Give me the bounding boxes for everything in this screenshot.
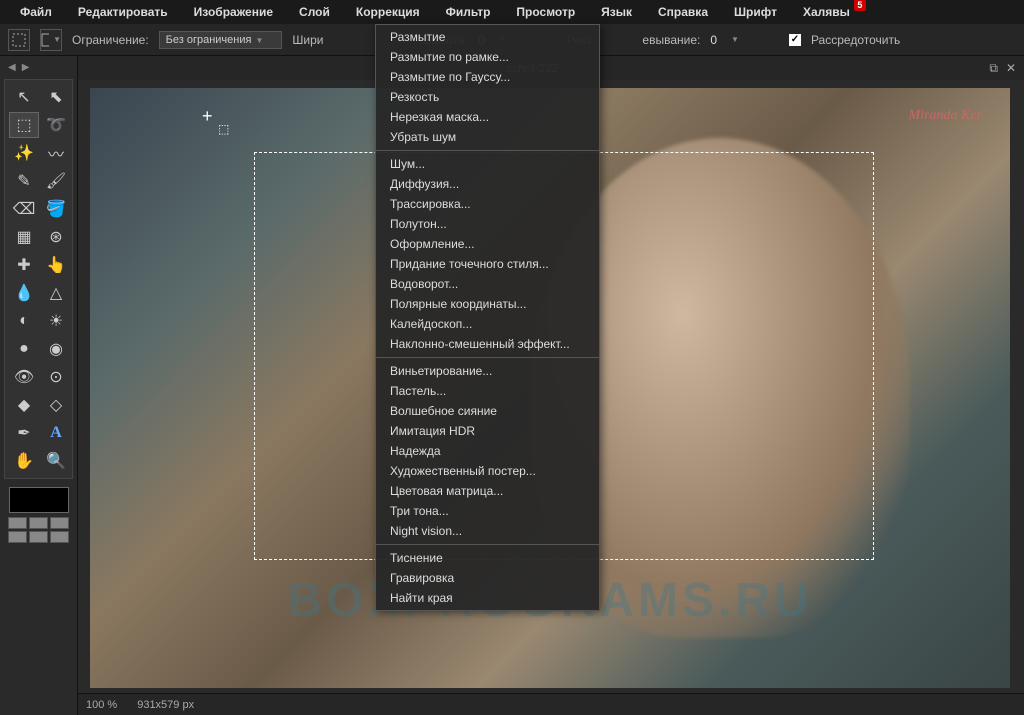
filter-item[interactable]: Диффузия...: [376, 174, 599, 194]
filter-item[interactable]: Наклонно-смешенный эффект...: [376, 334, 599, 354]
filter-dropdown: РазмытиеРазмытие по рамке...Размытие по …: [375, 24, 600, 611]
tool-lasso[interactable]: ➰: [41, 112, 71, 138]
tool-zoom[interactable]: 🔍: [41, 448, 71, 474]
image-signature: Miranda Ker: [909, 108, 983, 124]
tool-pen[interactable]: ✒: [9, 420, 39, 446]
menu-adjust[interactable]: Коррекция: [344, 1, 432, 23]
color-swatch[interactable]: [9, 487, 69, 513]
swatch-cell[interactable]: [50, 531, 69, 543]
toolbox-prev-icon[interactable]: ◀: [8, 62, 16, 73]
toolbox: ◀ ▶ ↖⬉⬚➰✨〰✎🖌⌫🪣▦⊛✚👆💧△◐☀●◉👁⊙◆◇✒A✋🔍: [0, 56, 78, 715]
tool-dodge[interactable]: ☀: [41, 308, 71, 334]
filter-item[interactable]: Оформление...: [376, 234, 599, 254]
status-bar: 100 % 931x579 px: [78, 693, 1024, 715]
filter-item[interactable]: Размытие по рамке...: [376, 47, 599, 67]
filter-item[interactable]: Тиснение: [376, 548, 599, 568]
tool-sharpen[interactable]: △: [41, 280, 71, 306]
marquee-cursor-icon: ⬚: [218, 122, 229, 136]
badge-icon: 5: [854, 0, 866, 11]
menu-file[interactable]: Файл: [8, 1, 64, 23]
filter-item[interactable]: Резкость: [376, 87, 599, 107]
crosshair-icon: +: [202, 106, 213, 127]
swatch-cell[interactable]: [8, 531, 27, 543]
filter-item[interactable]: Найти края: [376, 588, 599, 608]
menu-lang[interactable]: Язык: [589, 1, 644, 23]
close-icon[interactable]: ✕: [1006, 61, 1016, 76]
menu-edit[interactable]: Редактировать: [66, 1, 180, 23]
tool-smudge[interactable]: 👆: [41, 252, 71, 278]
width-label: Шири: [292, 33, 323, 47]
tool-arrow-light[interactable]: ⬉: [41, 84, 71, 110]
tool-sponge[interactable]: ◐: [9, 308, 39, 334]
filter-item[interactable]: Имитация HDR: [376, 421, 599, 441]
filter-item[interactable]: Трассировка...: [376, 194, 599, 214]
marquee-mode-icon[interactable]: [8, 29, 30, 51]
tool-pencil[interactable]: ✎: [9, 168, 39, 194]
tool-pick[interactable]: ⊙: [41, 364, 71, 390]
filter-item[interactable]: Размытие: [376, 27, 599, 47]
swatch-cell[interactable]: [29, 531, 48, 543]
tool-stamp[interactable]: ⊛: [41, 224, 71, 250]
tool-shape2[interactable]: ◇: [41, 392, 71, 418]
tool-wand[interactable]: ✨: [9, 140, 39, 166]
filter-item[interactable]: Полутон...: [376, 214, 599, 234]
filter-item[interactable]: Художественный постер...: [376, 461, 599, 481]
filter-item[interactable]: Убрать шум: [376, 127, 599, 147]
menu-filter[interactable]: Фильтр: [434, 1, 503, 23]
swatch-cell[interactable]: [29, 517, 48, 529]
feather-label: евывание:: [642, 33, 700, 47]
tool-hand[interactable]: ✋: [9, 448, 39, 474]
feather-value[interactable]: 0: [710, 33, 717, 47]
tool-redeye[interactable]: 👁: [9, 364, 39, 390]
selection-mode-icon[interactable]: ▼: [40, 29, 62, 51]
menubar: Файл Редактировать Изображение Слой Корр…: [0, 0, 1024, 24]
filter-item[interactable]: Размытие по Гауссу...: [376, 67, 599, 87]
filter-item[interactable]: Волшебное сияние: [376, 401, 599, 421]
restore-icon[interactable]: ⧉: [989, 61, 998, 76]
tool-burn[interactable]: ●: [9, 336, 39, 362]
filter-item[interactable]: Водоворот...: [376, 274, 599, 294]
filter-item[interactable]: Шум...: [376, 154, 599, 174]
constraint-select[interactable]: Без ограничения▼: [159, 31, 283, 49]
menu-view[interactable]: Просмотр: [504, 1, 587, 23]
menu-layer[interactable]: Слой: [287, 1, 342, 23]
tool-heal[interactable]: ✚: [9, 252, 39, 278]
filter-item[interactable]: Надежда: [376, 441, 599, 461]
tool-eraser[interactable]: ⌫: [9, 196, 39, 222]
tool-text[interactable]: A: [41, 420, 71, 446]
tool-brush[interactable]: 🖌: [41, 168, 71, 194]
tool-brush-sel[interactable]: 〰: [41, 140, 71, 166]
filter-item[interactable]: Три тона...: [376, 501, 599, 521]
tool-gradient[interactable]: ▦: [9, 224, 39, 250]
filter-item[interactable]: Нерезкая маска...: [376, 107, 599, 127]
tool-arrow-dark[interactable]: ↖: [9, 84, 39, 110]
scatter-checkbox[interactable]: ✓: [789, 34, 801, 46]
menu-image[interactable]: Изображение: [182, 1, 285, 23]
menu-font[interactable]: Шрифт: [722, 1, 789, 23]
tool-fill[interactable]: 🪣: [41, 196, 71, 222]
tool-shape[interactable]: ◆: [9, 392, 39, 418]
filter-item[interactable]: Цветовая матрица...: [376, 481, 599, 501]
tool-marquee[interactable]: ⬚: [9, 112, 39, 138]
filter-item[interactable]: Придание точечного стиля...: [376, 254, 599, 274]
filter-item[interactable]: Night vision...: [376, 521, 599, 541]
filter-item[interactable]: Полярные координаты...: [376, 294, 599, 314]
menu-help[interactable]: Справка: [646, 1, 720, 23]
filter-item[interactable]: Гравировка: [376, 568, 599, 588]
canvas-dimensions: 931x579 px: [137, 699, 194, 711]
filter-item[interactable]: Пастель...: [376, 381, 599, 401]
constraint-label: Ограничение:: [72, 33, 149, 47]
filter-item[interactable]: Виньетирование...: [376, 361, 599, 381]
swatch-cell[interactable]: [50, 517, 69, 529]
scatter-label: Рассредоточить: [811, 33, 900, 47]
tool-blur[interactable]: ◉: [41, 336, 71, 362]
tool-drop[interactable]: 💧: [9, 280, 39, 306]
swatch-cell[interactable]: [8, 517, 27, 529]
toolbox-next-icon[interactable]: ▶: [22, 62, 30, 73]
filter-item[interactable]: Калейдоскоп...: [376, 314, 599, 334]
zoom-level[interactable]: 100 %: [86, 699, 117, 711]
menu-free[interactable]: Халявы5: [791, 1, 862, 23]
